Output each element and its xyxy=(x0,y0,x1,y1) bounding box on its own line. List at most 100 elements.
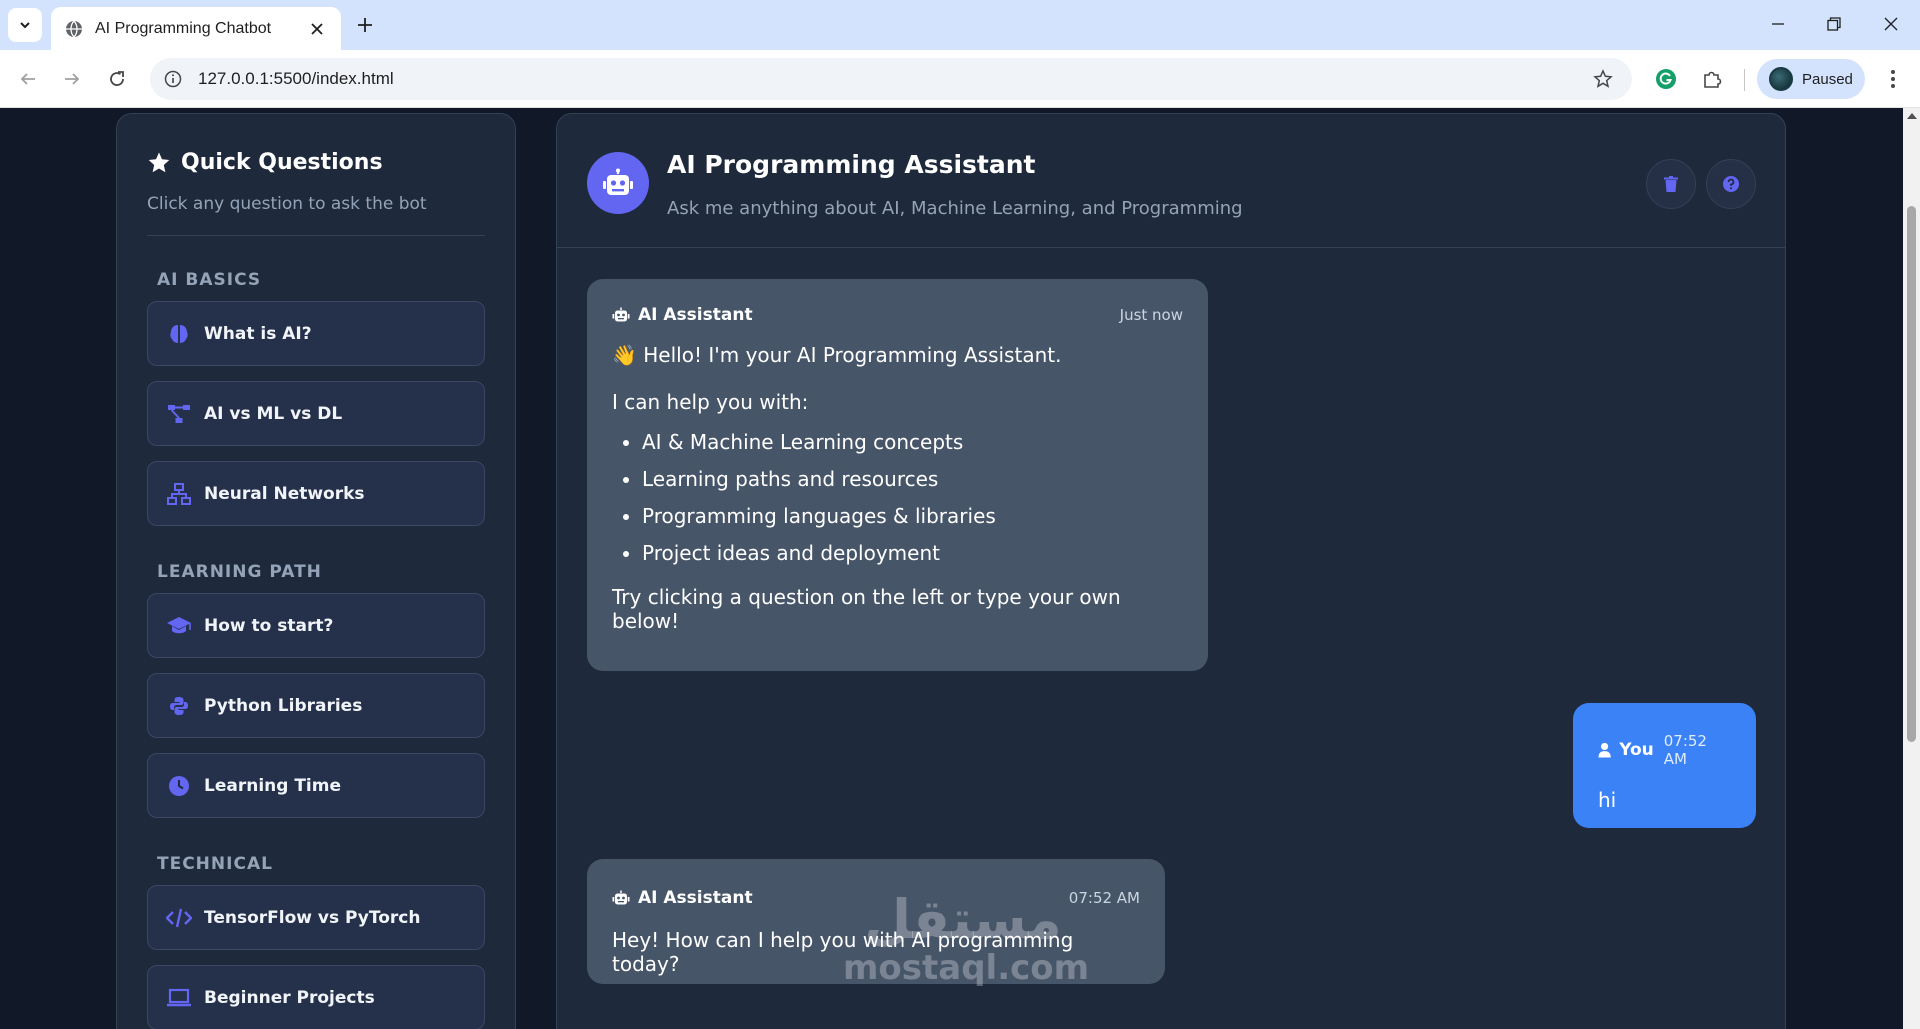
page-scrollbar[interactable] xyxy=(1903,108,1920,1029)
minimize-button[interactable] xyxy=(1758,8,1798,40)
bookmark-star-icon[interactable] xyxy=(1588,64,1618,94)
message-timestamp: Just now xyxy=(1119,306,1183,324)
message-author: AI Assistant xyxy=(638,305,753,325)
close-icon xyxy=(1884,17,1898,31)
more-vertical-icon xyxy=(1891,70,1895,88)
watermark-arabic: مستقل xyxy=(864,888,1062,951)
close-window-button[interactable] xyxy=(1871,8,1911,40)
reload-button[interactable] xyxy=(101,63,133,95)
browser-tab[interactable]: AI Programming Chatbot xyxy=(51,7,341,50)
restore-icon xyxy=(1827,17,1841,31)
brain-icon xyxy=(166,321,192,347)
python-icon xyxy=(166,693,192,719)
browser-menu-button[interactable] xyxy=(1877,63,1909,95)
question-python-libraries[interactable]: Python Libraries xyxy=(147,673,485,738)
question-learning-time[interactable]: Learning Time xyxy=(147,753,485,818)
message-header: You 07:52 AM xyxy=(1598,732,1731,768)
robot-icon xyxy=(612,890,630,905)
restore-button[interactable] xyxy=(1814,8,1854,40)
bot-message: AI Assistant Just now 👋 Hello! I'm your … xyxy=(587,279,1208,671)
user-message: You 07:52 AM hi xyxy=(1573,703,1756,828)
question-label: TensorFlow vs PyTorch xyxy=(204,907,421,928)
bot-avatar xyxy=(587,152,649,214)
sidebar-title: Quick Questions xyxy=(181,150,383,175)
tab-search-button[interactable] xyxy=(8,8,42,42)
watermark: مستقل mostaql.com xyxy=(843,888,1090,988)
code-icon xyxy=(166,905,192,931)
tab-strip: AI Programming Chatbot xyxy=(0,0,1920,50)
address-bar[interactable]: 127.0.0.1:5500/index.html xyxy=(150,58,1632,100)
message-greeting: 👋 Hello! I'm your AI Programming Assista… xyxy=(612,343,1062,367)
arrow-left-icon xyxy=(20,73,35,85)
clear-chat-button[interactable] xyxy=(1646,159,1696,209)
robot-icon xyxy=(612,307,630,322)
url-text[interactable]: 127.0.0.1:5500/index.html xyxy=(198,69,1588,89)
minimize-icon xyxy=(1772,23,1784,25)
question-label: Python Libraries xyxy=(204,695,363,716)
question-label: Learning Time xyxy=(204,775,342,796)
clock-icon xyxy=(166,773,192,799)
message-timestamp: 07:52 AM xyxy=(1663,732,1707,768)
message-author: AI Assistant xyxy=(638,888,753,908)
question-label: Beginner Projects xyxy=(204,987,375,1008)
list-item: Programming languages & libraries xyxy=(642,498,1183,535)
chat-header: AI Programming Assistant Ask me anything… xyxy=(557,114,1785,248)
chat-panel: AI Programming Assistant Ask me anything… xyxy=(556,113,1786,1029)
avatar xyxy=(1769,67,1793,91)
forward-button[interactable] xyxy=(56,63,88,95)
profile-status: Paused xyxy=(1802,70,1853,88)
message-outro: Try clicking a question on the left or t… xyxy=(612,585,1121,633)
network-icon xyxy=(166,481,192,507)
chevron-down-icon xyxy=(20,22,30,29)
question-beginner-projects[interactable]: Beginner Projects xyxy=(147,965,485,1029)
message-header: AI Assistant Just now xyxy=(612,305,1183,325)
scroll-up-arrow-icon[interactable] xyxy=(1907,113,1917,119)
question-what-is-ai[interactable]: What is AI? xyxy=(147,301,485,366)
message-text: hi xyxy=(1598,788,1617,812)
sidebar-divider xyxy=(147,235,485,236)
diagram-icon xyxy=(166,401,192,427)
grammarly-extension-icon[interactable] xyxy=(1650,63,1682,95)
robot-icon xyxy=(603,168,633,195)
graduation-cap-icon xyxy=(166,613,192,639)
profile-button[interactable]: Paused xyxy=(1757,59,1865,99)
list-item: Learning paths and resources xyxy=(642,461,1183,498)
question-circle-icon xyxy=(1723,176,1739,192)
back-button[interactable] xyxy=(12,63,44,95)
section-heading-technical: TECHNICAL xyxy=(157,854,273,874)
tab-close-icon[interactable] xyxy=(307,19,327,39)
question-label: Neural Networks xyxy=(204,483,365,504)
question-tensorflow-vs-pytorch[interactable]: TensorFlow vs PyTorch xyxy=(147,885,485,950)
page-viewport: Quick Questions Click any question to as… xyxy=(0,108,1903,1029)
chat-title: AI Programming Assistant xyxy=(667,150,1036,179)
section-heading-ai-basics: AI BASICS xyxy=(157,270,262,290)
question-neural-networks[interactable]: Neural Networks xyxy=(147,461,485,526)
chat-subtitle: Ask me anything about AI, Machine Learni… xyxy=(667,198,1243,219)
sidebar-subtitle: Click any question to ask the bot xyxy=(147,194,427,214)
plus-icon xyxy=(358,18,372,32)
message-author: You xyxy=(1619,740,1654,760)
capability-list: AI & Machine Learning concepts Learning … xyxy=(642,424,1183,572)
message-intro: I can help you with: xyxy=(612,390,809,414)
globe-icon xyxy=(66,20,82,37)
help-button[interactable] xyxy=(1706,159,1756,209)
sidebar-header: Quick Questions xyxy=(147,150,485,175)
quick-questions-sidebar: Quick Questions Click any question to as… xyxy=(116,113,516,1029)
arrow-right-icon xyxy=(65,73,80,85)
laptop-icon xyxy=(166,985,192,1011)
question-ai-vs-ml-vs-dl[interactable]: AI vs ML vs DL xyxy=(147,381,485,446)
scrollbar-thumb[interactable] xyxy=(1907,206,1916,742)
tab-title: AI Programming Chatbot xyxy=(95,19,272,37)
question-label: What is AI? xyxy=(204,323,312,344)
site-info-icon[interactable] xyxy=(164,70,182,88)
extensions-puzzle-icon[interactable] xyxy=(1696,63,1728,95)
watermark-latin: mostaql.com xyxy=(843,948,1090,988)
reload-icon xyxy=(110,71,124,86)
toolbar-divider xyxy=(1744,69,1745,91)
question-how-to-start[interactable]: How to start? xyxy=(147,593,485,658)
section-heading-learning-path: LEARNING PATH xyxy=(157,562,322,582)
star-icon xyxy=(148,152,170,172)
browser-toolbar: 127.0.0.1:5500/index.html Paused xyxy=(0,50,1920,108)
new-tab-button[interactable] xyxy=(352,12,378,38)
list-item: AI & Machine Learning concepts xyxy=(642,424,1183,461)
